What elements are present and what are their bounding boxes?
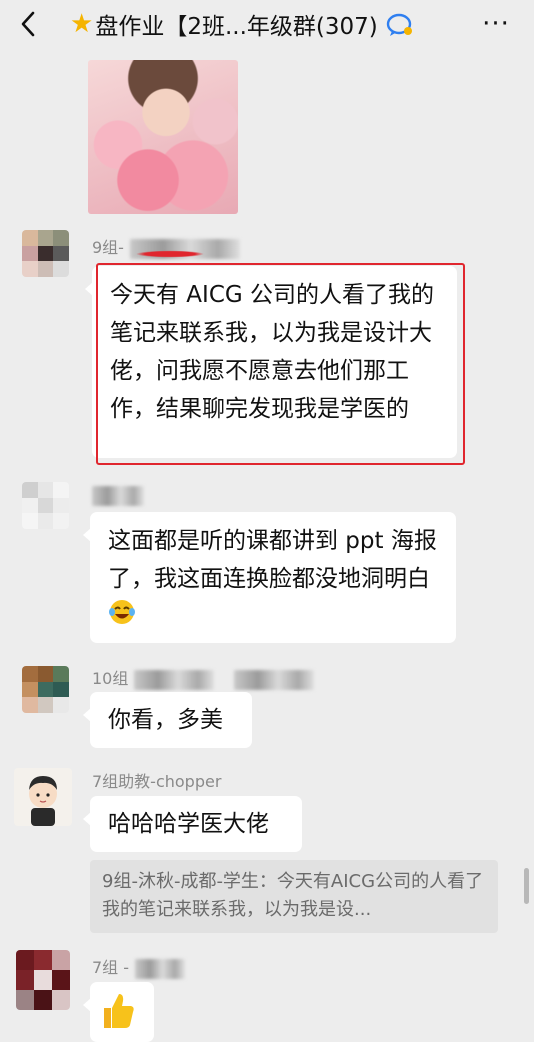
star-icon: ★ [70,9,94,39]
message-text: 今天有 AICG 公司的人看了我的笔记来联系我，以为我是设计大佬，问我愿不愿意去… [110,282,435,422]
sender-name [92,485,144,506]
message-text: 哈哈哈学医大佬 [108,811,269,837]
chat-title-text: 盘作业【2班...年级群(307) [95,14,378,40]
redacted-name [135,958,186,979]
avatar[interactable] [22,230,69,277]
chat-header: ★ 盘作业【2班...年级群(307) ··· [0,0,534,48]
thumbs-up-icon [100,994,136,1036]
message-bubble[interactable]: 你看，多美 [83,692,252,748]
message-text: 你看，多美 [108,707,223,733]
message-bubble[interactable] [83,982,154,1042]
quoted-text: 9组-沐秋-成都-学生：今天有AICG公司的人看了我的笔记来联系我，以为我是设.… [102,871,484,920]
message-bubble[interactable]: 这面都是听的课都讲到 ppt 海报了，我这面连换脸都没地洞明白 [83,512,456,643]
quoted-message[interactable]: 9组-沐秋-成都-学生：今天有AICG公司的人看了我的笔记来联系我，以为我是设.… [90,860,498,933]
back-chevron-icon[interactable] [14,10,42,38]
sender-name: 10组 [92,665,315,690]
redacted-name [234,669,315,690]
laughing-crying-icon [108,598,136,638]
message-text: 这面都是听的课都讲到 ppt 海报了，我这面连换脸都没地洞明白 [108,528,437,592]
avatar[interactable] [22,482,69,529]
scrollbar[interactable] [524,868,529,904]
sender-name: 7组助教-chopper [92,772,222,791]
avatar[interactable] [14,768,72,826]
avatar[interactable] [22,666,69,713]
more-options-icon[interactable]: ··· [480,10,512,38]
chat-bubble-icon [386,13,412,36]
red-underline-mark [130,250,210,258]
redacted-name [134,669,215,690]
avatar[interactable] [16,950,70,1010]
chat-title[interactable]: ★ 盘作业【2班...年级群(307) [70,8,412,40]
message-bubble[interactable]: 今天有 AICG 公司的人看了我的笔记来联系我，以为我是设计大佬，问我愿不愿意去… [85,266,457,458]
redacted-name [92,485,144,506]
message-bubble[interactable]: 哈哈哈学医大佬 [83,796,302,852]
sender-name: 7组 - [92,954,186,979]
image-message[interactable] [88,60,238,214]
